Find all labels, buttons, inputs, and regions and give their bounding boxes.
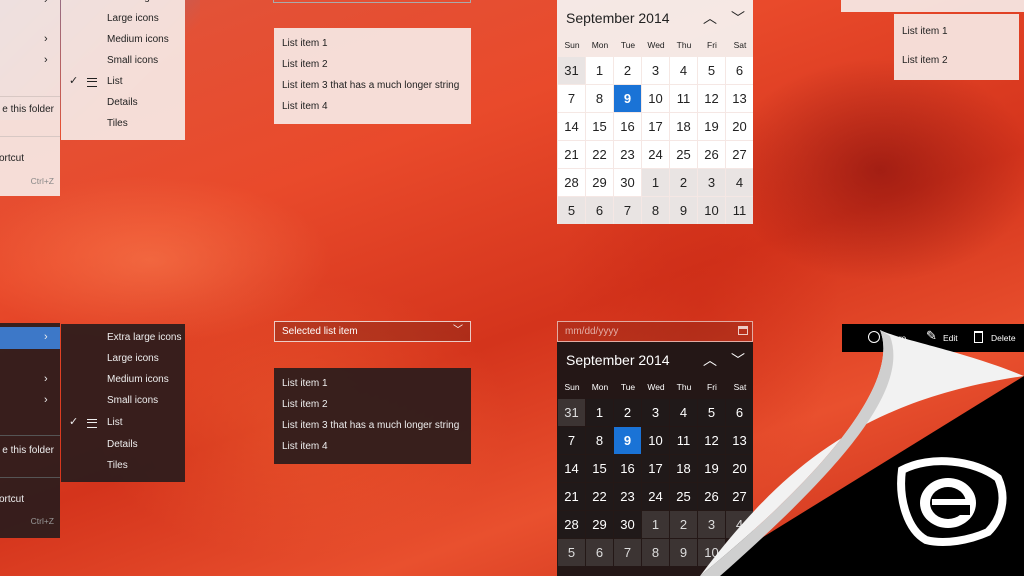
page-curl-overlay [700,330,1024,576]
